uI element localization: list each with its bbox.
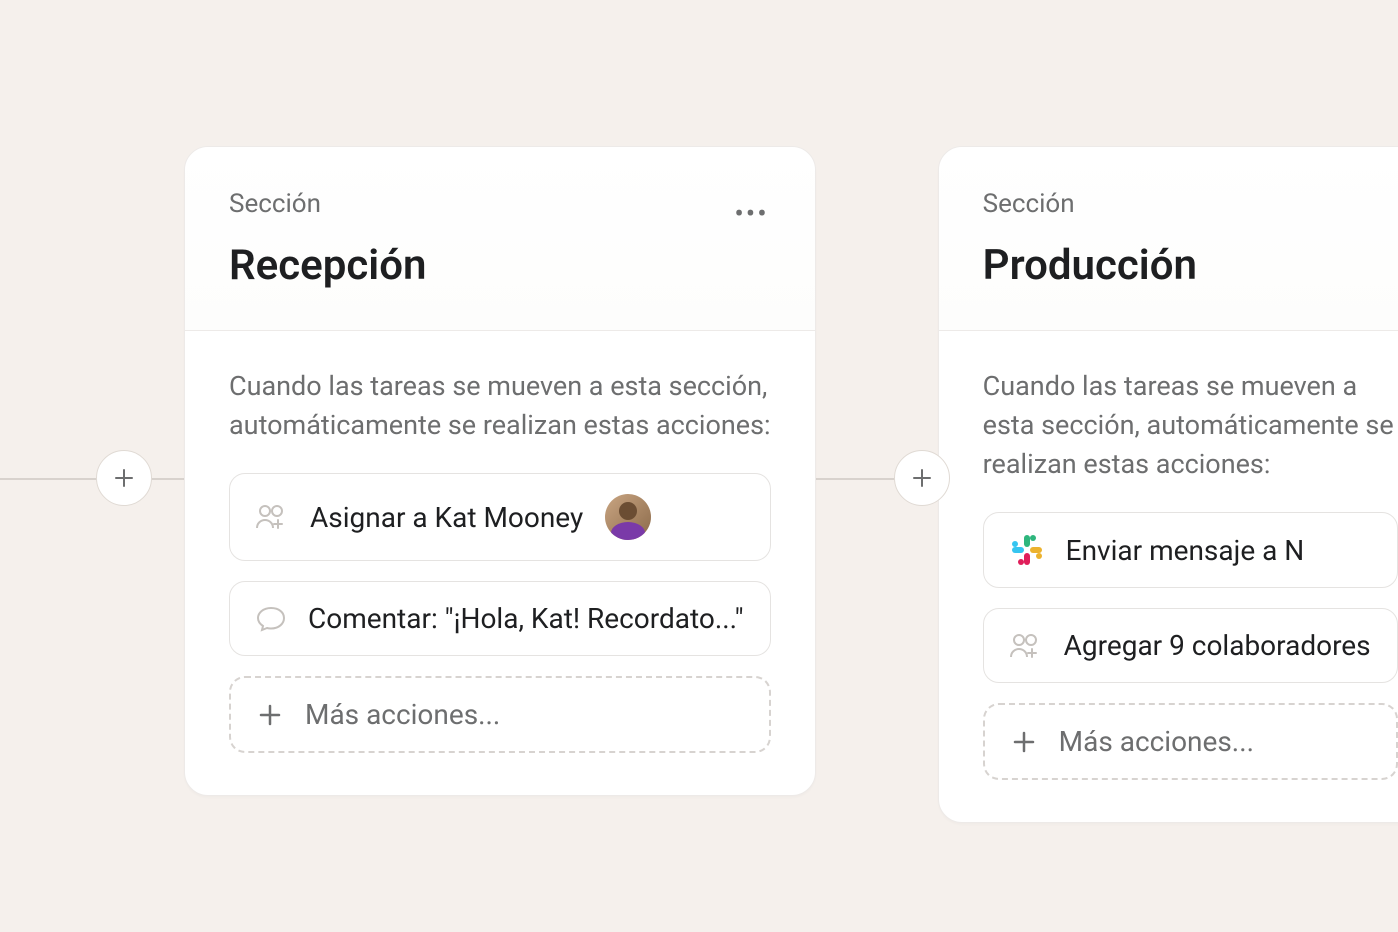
plus-icon	[910, 466, 934, 490]
more-actions-text: Más acciones...	[305, 698, 500, 731]
slack-icon	[1010, 533, 1044, 567]
action-text: Comentar: "¡Hola, Kat! Recordato..."	[308, 602, 744, 635]
comment-icon	[256, 606, 286, 632]
automation-description: Cuando las tareas se mueven a esta secci…	[229, 367, 771, 445]
section-label: Sección	[983, 189, 1398, 219]
card-header: Sección Producción	[939, 147, 1398, 331]
more-actions-button[interactable]: Más acciones...	[229, 676, 771, 753]
plus-icon	[1011, 729, 1037, 755]
card-header: Sección Recepción	[185, 147, 815, 331]
section-label: Sección	[229, 189, 771, 219]
avatar	[605, 494, 651, 540]
action-text: Agregar 9 colaboradores	[1064, 629, 1371, 662]
section-title: Recepción	[229, 241, 771, 290]
action-text: Asignar a Kat Mooney	[310, 501, 583, 534]
action-text: Enviar mensaje a N	[1066, 534, 1305, 567]
plus-icon	[112, 466, 136, 490]
action-comment[interactable]: Comentar: "¡Hola, Kat! Recordato..."	[229, 581, 771, 656]
add-section-button-left[interactable]	[96, 450, 152, 506]
card-body: Cuando las tareas se mueven a esta secci…	[939, 331, 1398, 822]
more-actions-text: Más acciones...	[1059, 725, 1254, 758]
section-title: Producción	[983, 241, 1398, 290]
add-section-button-right[interactable]	[894, 450, 950, 506]
more-options-button[interactable]: •••	[734, 197, 768, 230]
section-card-recepcion: ••• Sección Recepción Cuando las tareas …	[184, 146, 816, 796]
assign-icon	[256, 504, 288, 530]
plus-icon	[257, 702, 283, 728]
more-actions-button[interactable]: Más acciones...	[983, 703, 1398, 780]
card-body: Cuando las tareas se mueven a esta secci…	[185, 331, 815, 795]
section-card-produccion: Sección Producción Cuando las tareas se …	[938, 146, 1398, 823]
collaborators-icon	[1010, 633, 1042, 659]
action-collaborators[interactable]: Agregar 9 colaboradores	[983, 608, 1398, 683]
action-assign[interactable]: Asignar a Kat Mooney	[229, 473, 771, 561]
automation-description: Cuando las tareas se mueven a esta secci…	[983, 367, 1398, 484]
action-slack[interactable]: Enviar mensaje a N	[983, 512, 1398, 588]
